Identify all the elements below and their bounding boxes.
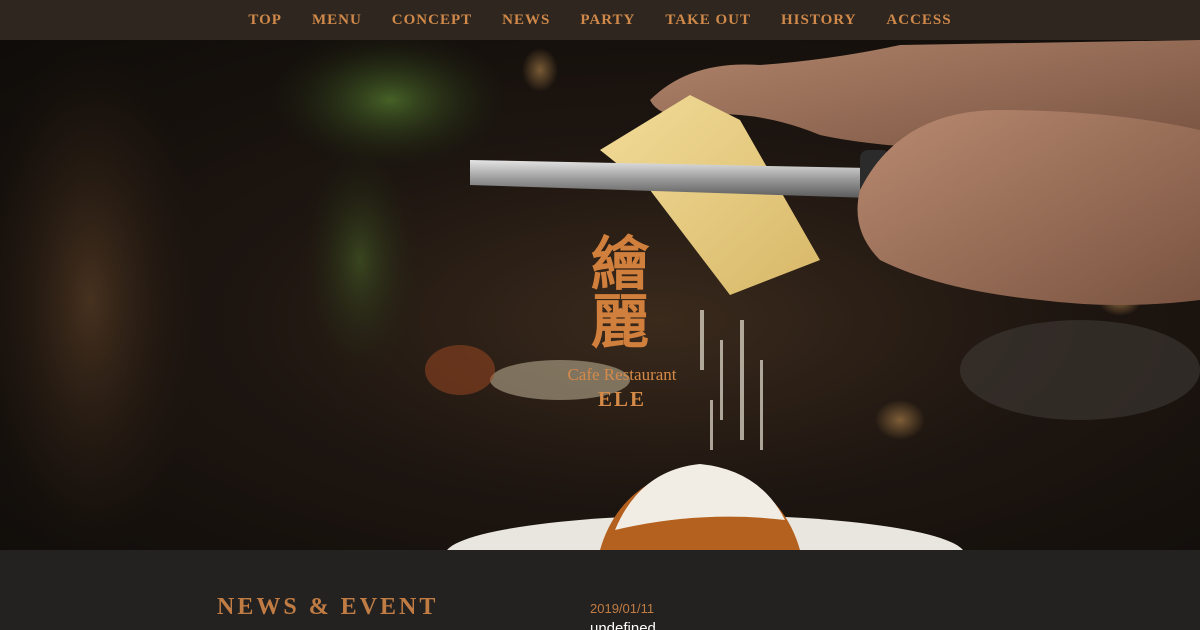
main-nav: TOP MENU CONCEPT NEWS PARTY TAKE OUT HIS… — [0, 0, 1200, 40]
restaurant-logo[interactable]: 繪麗 Cafe Restaurant ELE — [552, 235, 692, 412]
nav-top[interactable]: TOP — [233, 12, 297, 29]
nav-news[interactable]: NEWS — [487, 12, 565, 29]
logo-name: ELE — [597, 387, 647, 411]
nav-menu[interactable]: MENU — [297, 12, 377, 29]
nav-access[interactable]: ACCESS — [871, 12, 966, 29]
logo-subtitle: Cafe Restaurant — [567, 365, 677, 384]
news-section: NEWS & EVENT 2019/01/11 undefined — [0, 550, 1200, 630]
nav-history[interactable]: HISTORY — [766, 12, 871, 29]
news-date: 2019/01/11 — [590, 601, 655, 616]
news-item-title[interactable]: undefined — [590, 620, 656, 630]
hero-image: 繪麗 Cafe Restaurant ELE — [0, 40, 1200, 550]
nav-take-out[interactable]: TAKE OUT — [650, 12, 766, 29]
logo-kanji: 繪麗 — [590, 230, 663, 356]
news-heading: NEWS & EVENT — [217, 594, 439, 620]
nav-party[interactable]: PARTY — [565, 12, 650, 29]
nav-concept[interactable]: CONCEPT — [377, 12, 487, 29]
